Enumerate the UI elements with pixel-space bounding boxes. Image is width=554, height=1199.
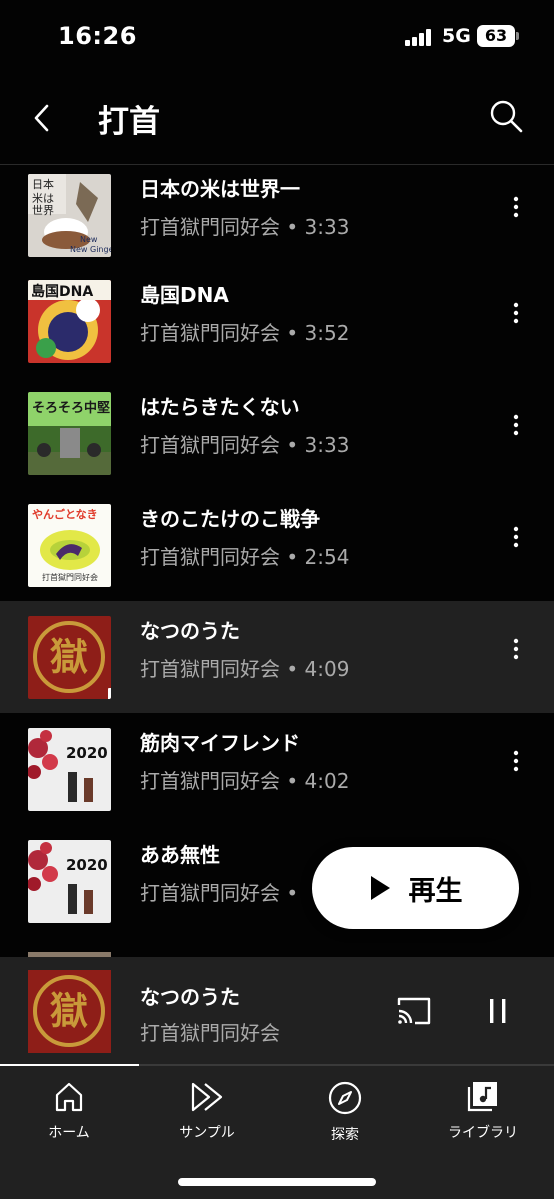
svg-text:New Gingeration: New Gingeration bbox=[70, 245, 111, 254]
page-title: 打首 bbox=[98, 104, 160, 140]
song-row[interactable]: 2020 筋肉マイフレンド 打首獄門同好会 • 4:02 bbox=[0, 713, 554, 825]
song-list[interactable]: 日本 米は 世界 New New Gingeration 日本の米は世界一 打首… bbox=[0, 165, 554, 957]
back-button[interactable] bbox=[22, 98, 62, 138]
song-title: 日本の米は世界一 bbox=[140, 177, 300, 201]
explore-icon bbox=[328, 1081, 362, 1115]
nav-item-home[interactable]: ホーム bbox=[0, 1080, 138, 1150]
cast-icon bbox=[397, 997, 431, 1025]
home-indicator[interactable] bbox=[178, 1178, 376, 1186]
cast-button[interactable] bbox=[392, 991, 436, 1031]
nav-label-library: ライブラリ bbox=[448, 1125, 518, 1141]
nav-item-library[interactable]: ライブラリ bbox=[414, 1080, 552, 1150]
svg-text:そろそろ中堅: そろそろ中堅 bbox=[32, 400, 110, 416]
song-meta: 打首獄門同好会 • 3:33 bbox=[140, 433, 350, 457]
search-button[interactable] bbox=[484, 94, 528, 138]
song-row[interactable]: 島国DNA 島国DNA 打首獄門同好会 • 3:52 bbox=[0, 265, 554, 377]
song-meta: 打首獄門同好会 • 3:33 bbox=[140, 215, 350, 239]
play-all-button[interactable]: 再生 bbox=[312, 847, 519, 929]
album-art: 2020 bbox=[28, 840, 111, 923]
equalizer-icon bbox=[106, 674, 111, 699]
mini-player-artist: 打首獄門同好会 bbox=[140, 1021, 280, 1045]
more-options-button[interactable] bbox=[496, 293, 536, 333]
svg-text:獄: 獄 bbox=[50, 634, 88, 679]
song-title: なつのうた bbox=[140, 619, 240, 643]
song-row[interactable]: そろそろ中堅 はたらきたくない 打首獄門同好会 • 3:33 bbox=[0, 377, 554, 489]
signal-icon bbox=[405, 28, 435, 46]
song-row-now-playing[interactable]: 獄 なつのうた 打首獄門同好会 • 4:09 bbox=[0, 601, 554, 713]
more-options-button[interactable] bbox=[496, 629, 536, 669]
nav-label-samples: サンプル bbox=[179, 1125, 235, 1141]
song-title: きのこたけのこ戦争 bbox=[140, 507, 320, 531]
song-meta: 打首獄門同好会 • 2:54 bbox=[140, 545, 350, 569]
song-title: ああ無性 bbox=[140, 843, 220, 867]
network-label: 5G bbox=[442, 25, 471, 47]
home-icon bbox=[55, 1082, 83, 1112]
battery-icon: 63 bbox=[477, 25, 519, 47]
album-art: 2020 bbox=[28, 728, 111, 811]
pause-icon bbox=[490, 999, 506, 1023]
bottom-navigation: ホーム サンプル 探索 ライブラリ bbox=[0, 1066, 554, 1199]
song-meta: 打首獄門同好会 • bbox=[140, 881, 299, 905]
album-art: 日本 米は 世界 New New Gingeration bbox=[28, 174, 111, 257]
library-icon bbox=[467, 1082, 497, 1112]
samples-icon bbox=[191, 1082, 223, 1112]
svg-text:New: New bbox=[80, 235, 98, 244]
album-art: やんごとなき 打首獄門同好会 bbox=[28, 504, 111, 587]
status-time: 16:26 bbox=[58, 22, 137, 50]
more-vert-icon bbox=[513, 196, 519, 218]
svg-text:島国DNA: 島国DNA bbox=[31, 283, 93, 300]
app-screen: 16:26 5G 63 打首 日本 米は 世界 New New Ging 日本の… bbox=[0, 0, 554, 1199]
song-title: 島国DNA bbox=[140, 283, 229, 307]
song-row[interactable]: 日本 米は 世界 New New Gingeration 日本の米は世界一 打首… bbox=[0, 165, 554, 271]
nav-item-samples[interactable]: サンプル bbox=[138, 1080, 276, 1150]
song-row[interactable]: やんごとなき 打首獄門同好会 きのこたけのこ戦争 打首獄門同好会 • 2:54 bbox=[0, 489, 554, 601]
pause-button[interactable] bbox=[478, 991, 518, 1031]
mini-player-title: なつのうた bbox=[140, 985, 240, 1009]
album-art: そろそろ中堅 bbox=[28, 392, 111, 475]
chevron-left-icon bbox=[34, 104, 49, 132]
album-art: 獄 bbox=[28, 616, 111, 699]
svg-text:獄: 獄 bbox=[50, 988, 88, 1033]
song-meta: 打首獄門同好会 • 4:02 bbox=[140, 769, 350, 793]
album-art: 島国DNA bbox=[28, 280, 111, 363]
more-vert-icon bbox=[513, 750, 519, 772]
search-icon bbox=[490, 100, 523, 133]
song-meta: 打首獄門同好会 • 3:52 bbox=[140, 321, 350, 345]
mini-player-album-art: 獄 bbox=[28, 970, 111, 1053]
nav-item-explore[interactable]: 探索 bbox=[276, 1080, 414, 1150]
more-options-button[interactable] bbox=[496, 517, 536, 557]
nav-label-home: ホーム bbox=[48, 1125, 90, 1141]
play-all-label: 再生 bbox=[408, 875, 463, 907]
more-vert-icon bbox=[513, 302, 519, 324]
more-vert-icon bbox=[513, 414, 519, 436]
song-title: 筋肉マイフレンド bbox=[140, 731, 300, 755]
more-options-button[interactable] bbox=[496, 405, 536, 445]
svg-text:世界: 世界 bbox=[32, 204, 54, 217]
play-icon bbox=[370, 876, 390, 900]
more-vert-icon bbox=[513, 526, 519, 548]
svg-text:やんごとなき: やんごとなき bbox=[32, 507, 98, 521]
header: 打首 bbox=[0, 74, 554, 165]
more-options-button[interactable] bbox=[496, 187, 536, 227]
more-vert-icon bbox=[513, 638, 519, 660]
song-meta: 打首獄門同好会 • 4:09 bbox=[140, 657, 350, 681]
nav-label-explore: 探索 bbox=[331, 1127, 359, 1143]
song-title: はたらきたくない bbox=[140, 395, 300, 419]
status-bar: 16:26 5G 63 bbox=[0, 0, 554, 74]
svg-text:日本: 日本 bbox=[32, 177, 54, 191]
svg-text:2020: 2020 bbox=[66, 856, 108, 874]
mini-player[interactable]: 獄 なつのうた 打首獄門同好会 bbox=[0, 957, 554, 1066]
svg-text:2020: 2020 bbox=[66, 744, 108, 762]
more-options-button[interactable] bbox=[496, 741, 536, 781]
svg-text:打首獄門同好会: 打首獄門同好会 bbox=[42, 572, 98, 582]
